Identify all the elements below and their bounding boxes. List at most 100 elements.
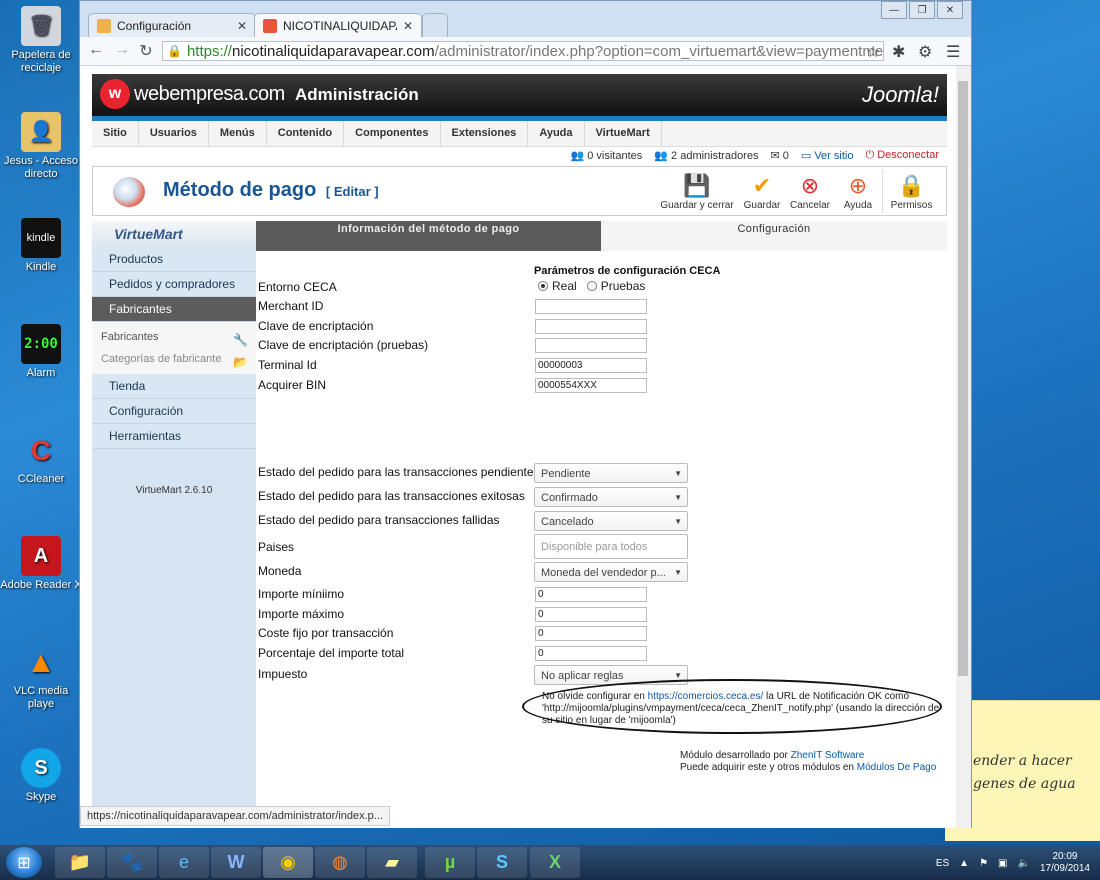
importe-min-input[interactable]: 0 xyxy=(535,587,647,602)
menu-virtuemart[interactable]: VirtueMart xyxy=(585,121,662,146)
settings-gear-icon[interactable]: ⚙ xyxy=(918,42,932,62)
porcentaje-input[interactable]: 0 xyxy=(535,646,647,661)
radio-pruebas[interactable] xyxy=(586,281,597,291)
menu-ayuda[interactable]: Ayuda xyxy=(528,121,585,146)
taskbar-excel[interactable]: X xyxy=(530,847,580,878)
new-tab-button[interactable] xyxy=(422,13,448,37)
close-window-icon[interactable]: ✕ xyxy=(937,1,963,19)
clave-pruebas-input[interactable] xyxy=(535,338,647,353)
sidebar-item-pedidos[interactable]: Pedidos y compradores xyxy=(92,272,256,297)
sidebar-item-fabricantes[interactable]: Fabricantes xyxy=(92,297,256,322)
estado-exitosas-select[interactable]: Confirmado ▼ xyxy=(534,487,688,507)
radio-real[interactable] xyxy=(538,281,548,291)
estado-pendiente-select[interactable]: Pendiente ▼ xyxy=(534,463,688,483)
save-close-button[interactable]: 💾 Guardar y cerrar xyxy=(656,169,738,213)
desktop-icon-jesus[interactable]: 👤 Jesus - Acceso directo xyxy=(0,112,82,181)
ceca-link[interactable]: https://comercios.ceca.es/ xyxy=(648,691,764,702)
forward-arrow-icon[interactable]: → xyxy=(112,41,132,59)
browser-tab-nicotina[interactable]: NICOTINALIQUIDAPARAVAPEAR ✕ xyxy=(254,13,422,37)
back-arrow-icon[interactable]: ← xyxy=(86,41,106,59)
browser-tab-configuracion[interactable]: Configuración ✕ xyxy=(88,13,256,37)
joomla-header: w webempresa.com Administración Joomla! xyxy=(92,74,947,116)
terminal-id-input[interactable]: 00000003 xyxy=(535,358,647,373)
skype-icon: S xyxy=(21,748,61,788)
tray-expand-icon[interactable]: ▲ xyxy=(959,858,969,869)
reload-icon[interactable]: ↻ xyxy=(136,41,156,61)
sidebar-item-configuracion[interactable]: Configuración xyxy=(92,399,256,424)
moneda-select[interactable]: Moneda del vendedor p... ▼ xyxy=(534,562,688,582)
taskbar-firefox[interactable]: ◍ xyxy=(315,847,365,878)
vertical-scrollbar[interactable] xyxy=(956,66,971,828)
clock[interactable]: 20:09 17/09/2014 xyxy=(1040,851,1090,875)
sidebar-item-tienda[interactable]: Tienda xyxy=(92,374,256,399)
row-importe-max: Importe máximo 0 xyxy=(258,605,938,625)
tab-info-metodo-pago[interactable]: Información del método de pago xyxy=(256,221,601,251)
address-bar[interactable]: 🔒 https://nicotinaliquidaparavapear.com /… xyxy=(162,41,884,61)
excel-icon: X xyxy=(548,852,561,872)
taskbar-skype[interactable]: S xyxy=(477,847,527,878)
taskbar-gimp[interactable]: 🐾 xyxy=(107,847,157,878)
virtuemart-logo: VirtueMart xyxy=(92,221,256,247)
menu-usuarios[interactable]: Usuarios xyxy=(139,121,209,146)
minimize-icon[interactable]: — xyxy=(881,1,907,19)
taskbar-explorer[interactable]: 📁 xyxy=(55,847,105,878)
save-button[interactable]: ✔ Guardar xyxy=(738,169,786,213)
tab-configuracion[interactable]: Configuración xyxy=(601,221,947,251)
maximize-icon[interactable]: ❐ xyxy=(909,1,935,19)
extension-icon[interactable]: ✱ xyxy=(892,42,905,62)
taskbar-ie[interactable]: e xyxy=(159,847,209,878)
merchant-id-input[interactable] xyxy=(535,299,647,314)
close-tab-icon[interactable]: ✕ xyxy=(237,19,247,33)
menu-menus[interactable]: Menús xyxy=(209,121,267,146)
taskbar-utorrent[interactable]: µ xyxy=(425,847,475,878)
cancel-button[interactable]: ⊗ Cancelar xyxy=(786,169,834,213)
modulos-pago-link[interactable]: Módulos De Pago xyxy=(857,762,937,773)
desktop-icon-kindle[interactable]: kindle Kindle xyxy=(0,218,82,274)
messages-count[interactable]: ✉ 0 xyxy=(770,149,788,162)
close-tab-icon[interactable]: ✕ xyxy=(403,19,413,33)
language-indicator[interactable]: ES xyxy=(936,858,949,869)
sidebar-item-herramientas[interactable]: Herramientas xyxy=(92,424,256,449)
clave-input[interactable] xyxy=(535,319,647,334)
desktop-icon-vlc[interactable]: ▲ VLC media playe xyxy=(0,642,82,711)
kindle-icon: kindle xyxy=(21,218,61,258)
importe-max-input[interactable]: 0 xyxy=(535,607,647,622)
logout-link[interactable]: ⏻ Desconectar xyxy=(865,149,939,162)
network-icon[interactable]: ▣ xyxy=(998,858,1007,869)
desktop-icon-skype[interactable]: S Skype xyxy=(0,748,82,804)
admins-count: 👥 2 administradores xyxy=(654,150,759,162)
taskbar-sticky-notes[interactable]: ▰ xyxy=(367,847,417,878)
acquirer-bin-input[interactable]: 0000554XXX xyxy=(535,378,647,393)
taskbar-word[interactable]: W xyxy=(211,847,261,878)
bookmark-star-icon[interactable]: ☆ xyxy=(866,42,880,62)
flag-icon[interactable]: ⚑ xyxy=(979,858,988,869)
volume-icon[interactable]: 🔈 xyxy=(1017,858,1029,869)
menu-sitio[interactable]: Sitio xyxy=(92,121,139,146)
view-site-link[interactable]: ▭ Ver sitio xyxy=(801,149,854,162)
permissions-button[interactable]: 🔒 Permisos xyxy=(882,169,940,213)
sidebar-subitem-fabricantes[interactable]: Fabricantes 🔧 xyxy=(92,326,256,348)
sidebar-item-productos[interactable]: Productos xyxy=(92,247,256,272)
desktop-icon-recycle-bin[interactable]: 🗑 Papelera de reciclaje xyxy=(0,6,82,75)
windows-taskbar: ⊞ 📁 🐾 e W ◉ ◍ ▰ µ S X ES ▲ ⚑ ▣ 🔈 20:09 1… xyxy=(0,845,1100,880)
webempresa-logo: w webempresa.com xyxy=(100,79,285,109)
desktop-icon-adobe-reader[interactable]: A Adobe Reader X xyxy=(0,536,82,592)
menu-extensiones[interactable]: Extensiones xyxy=(441,121,529,146)
menu-contenido[interactable]: Contenido xyxy=(267,121,345,146)
help-button[interactable]: ⊕ Ayuda xyxy=(834,169,882,213)
start-button[interactable]: ⊞ xyxy=(6,847,42,878)
coste-fijo-input[interactable]: 0 xyxy=(535,626,647,641)
sidebar-subitem-categorias[interactable]: Categorías de fabricante 📂 xyxy=(92,348,256,370)
taskbar-chrome[interactable]: ◉ xyxy=(263,847,313,878)
menu-icon[interactable]: ☰ xyxy=(946,42,960,62)
desktop-icon-ccleaner[interactable]: C CCleaner xyxy=(0,430,82,486)
paises-multiselect[interactable]: Disponible para todos xyxy=(534,534,688,559)
row-exitosas: Estado del pedido para las transacciones… xyxy=(258,487,938,507)
lock-icon: 🔒 xyxy=(167,44,182,58)
help-lifebuoy-icon: ⊕ xyxy=(848,173,868,198)
menu-componentes[interactable]: Componentes xyxy=(344,121,441,146)
desktop-icon-alarm[interactable]: 2:00 Alarm xyxy=(0,324,82,380)
zhenit-link[interactable]: ZhenIT Software xyxy=(791,750,865,761)
scrollbar-thumb[interactable] xyxy=(958,81,968,676)
estado-fallidas-select[interactable]: Cancelado ▼ xyxy=(534,511,688,531)
